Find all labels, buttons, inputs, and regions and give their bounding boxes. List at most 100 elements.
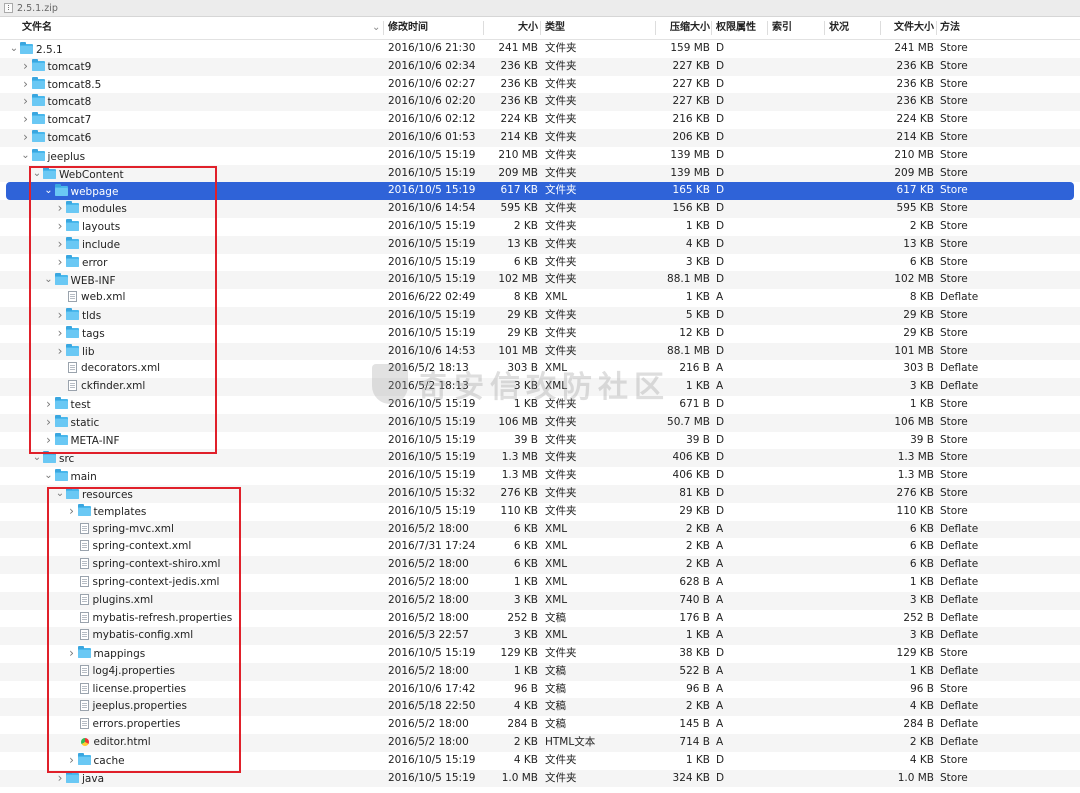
column-modified[interactable]: 修改时间 xyxy=(388,17,488,39)
file-row[interactable]: spring-context.xml 2016/7/31 17:24 6 KB XML… xyxy=(0,538,1080,556)
uncompressed-cell: 101 MB xyxy=(894,344,934,357)
folder-row[interactable]: › tomcat9 2016/10/6 02:34 236 KB 文件夹 227 KB D 2… xyxy=(0,57,1080,76)
file-row[interactable]: ckfinder.xml 2016/5/2 18:13 3 KB XML 1 KB A 3 … xyxy=(0,378,1080,396)
chevron-right-icon[interactable]: › xyxy=(66,645,78,663)
size-cell: 96 B xyxy=(514,682,538,695)
kind-cell: XML xyxy=(545,380,568,393)
folder-row[interactable]: ⌄ WebContent 2016/10/5 15:19 209 MB 文件夹 139 M… xyxy=(0,164,1080,183)
permissions-cell: D xyxy=(716,148,725,161)
folder-row[interactable]: ⌄ 2.5.1 2016/10/6 21:30 241 MB 文件夹 159 MB D 241… xyxy=(0,40,1080,58)
permissions-cell: A xyxy=(716,593,724,606)
chevron-right-icon[interactable]: › xyxy=(54,343,66,361)
folder-row[interactable]: › tomcat8 2016/10/6 02:20 236 KB 文件夹 227 KB D 2… xyxy=(0,93,1080,112)
method-cell: Store xyxy=(940,166,968,179)
chevron-down-icon[interactable]: ⌄ xyxy=(54,485,66,503)
column-kind[interactable]: 类型 xyxy=(545,17,655,39)
file-row[interactable]: errors.properties 2016/5/2 18:00 284 B 文稿 14… xyxy=(0,716,1080,734)
method-cell: Store xyxy=(940,59,968,72)
folder-row[interactable]: ⌄ resources 2016/10/5 15:32 276 KB 文件夹 81 KB D… xyxy=(0,484,1080,503)
folder-row[interactable]: › include 2016/10/5 15:19 13 KB 文件夹 4 KB D 13 K… xyxy=(0,235,1080,254)
folder-row[interactable]: › tlds 2016/10/5 15:19 29 KB 文件夹 5 KB D 29 KB St… xyxy=(0,306,1080,325)
file-row[interactable]: spring-context-jedis.xml 2016/5/2 18:00 1 … xyxy=(0,574,1080,592)
item-name: java xyxy=(82,772,104,785)
permissions-cell: D xyxy=(716,486,725,499)
chevron-right-icon[interactable]: › xyxy=(54,325,66,343)
file-row[interactable]: mybatis-refresh.properties 2016/5/2 18:00… xyxy=(0,610,1080,628)
chevron-right-icon[interactable]: › xyxy=(66,503,78,521)
chevron-down-icon[interactable]: ⌄ xyxy=(43,467,55,485)
file-row[interactable]: decorators.xml 2016/5/2 18:13 303 B XML 216 … xyxy=(0,360,1080,378)
file-row[interactable]: spring-context-shiro.xml 2016/5/2 18:00 6 … xyxy=(0,556,1080,574)
chevron-right-icon[interactable]: › xyxy=(54,200,66,218)
chevron-right-icon[interactable]: › xyxy=(20,58,32,76)
column-compressed[interactable]: 压缩大小 xyxy=(648,17,710,39)
folder-row[interactable]: ⌄ src 2016/10/5 15:19 1.3 MB 文件夹 406 KB D 1.3 M… xyxy=(0,449,1080,468)
folder-row[interactable]: › test 2016/10/5 15:19 1 KB 文件夹 671 B D 1 KB Sto… xyxy=(0,396,1080,414)
column-name[interactable]: 文件名 xyxy=(22,17,402,39)
chevron-down-icon[interactable]: ⌄ xyxy=(31,165,43,183)
column-uncompressed[interactable]: 文件大小 xyxy=(870,17,934,39)
compressed-cell: 1 KB xyxy=(685,291,710,304)
folder-row[interactable]: › tomcat6 2016/10/6 01:53 214 KB 文件夹 206 KB D 2… xyxy=(0,128,1080,147)
chevron-right-icon[interactable]: › xyxy=(54,218,66,236)
chevron-down-icon[interactable]: ⌄ xyxy=(8,40,20,58)
folder-row[interactable]: › templates 2016/10/5 15:19 110 KB 文件夹 29 KB D… xyxy=(0,503,1080,521)
folder-row[interactable]: ⌄ main 2016/10/5 15:19 1.3 MB 文件夹 406 KB D 1.3 … xyxy=(0,467,1080,485)
folder-row[interactable]: › error 2016/10/5 15:19 6 KB 文件夹 3 KB D 6 KB Sto… xyxy=(0,254,1080,272)
folder-row[interactable]: ⌄ jeeplus 2016/10/5 15:19 210 MB 文件夹 139 MB D 2… xyxy=(0,147,1080,165)
chevron-right-icon[interactable]: › xyxy=(20,76,32,94)
file-row[interactable]: spring-mvc.xml 2016/5/2 18:00 6 KB XML 2 KB A… xyxy=(0,520,1080,539)
item-name: plugins.xml xyxy=(92,593,154,606)
folder-row[interactable]: › mappings 2016/10/5 15:19 129 KB 文件夹 38 KB D 1… xyxy=(0,645,1080,663)
uncompressed-cell: 4 KB xyxy=(909,700,934,713)
kind-cell: 文件夹 xyxy=(545,504,577,517)
kind-cell: 文件夹 xyxy=(545,753,577,766)
compressed-cell: 3 KB xyxy=(685,255,710,268)
column-size[interactable]: 大小 xyxy=(478,17,538,39)
folder-row[interactable]: › java 2016/10/5 15:19 1.0 MB 文件夹 324 KB D 1.0 … xyxy=(0,769,1080,788)
modified-cell: 2016/10/6 21:30 xyxy=(388,42,476,54)
chevron-right-icon[interactable]: › xyxy=(66,752,78,770)
folder-row[interactable]: › tomcat7 2016/10/6 02:12 224 KB 文件夹 216 KB D 2… xyxy=(0,111,1080,129)
file-row[interactable]: plugins.xml 2016/5/2 18:00 3 KB XML 740 B A 3 … xyxy=(0,591,1080,610)
chevron-right-icon[interactable]: › xyxy=(43,414,55,432)
file-row[interactable]: jeeplus.properties 2016/5/18 22:50 4 KB 文稿 2… xyxy=(0,698,1080,717)
folder-row[interactable]: › lib 2016/10/6 14:53 101 MB 文件夹 88.1 MB D 101 … xyxy=(0,342,1080,361)
folder-row[interactable]: › static 2016/10/5 15:19 106 MB 文件夹 50.7 MB D 1… xyxy=(0,413,1080,432)
file-row[interactable]: mybatis-config.xml 2016/5/3 22:57 3 KB XML 1… xyxy=(0,627,1080,646)
chevron-right-icon[interactable]: › xyxy=(54,770,66,788)
chevron-right-icon[interactable]: › xyxy=(54,236,66,254)
folder-row[interactable]: › modules 2016/10/6 14:54 595 KB 文件夹 156 KB D 5… xyxy=(0,200,1080,218)
chevron-right-icon[interactable]: › xyxy=(54,254,66,272)
chevron-right-icon[interactable]: › xyxy=(43,396,55,414)
column-permissions[interactable]: 权限属性 xyxy=(716,17,766,39)
folder-row[interactable]: › tags 2016/10/5 15:19 29 KB 文件夹 12 KB D 29 KB S… xyxy=(0,325,1080,343)
chevron-down-icon[interactable]: ⌄ xyxy=(43,271,55,289)
folder-row[interactable]: › tomcat8.5 2016/10/6 02:27 236 KB 文件夹 227 KB… xyxy=(0,76,1080,94)
column-method[interactable]: 方法 xyxy=(940,17,1020,39)
folder-row[interactable]: ⌄ WEB-INF 2016/10/5 15:19 102 MB 文件夹 88.1 MB D… xyxy=(0,271,1080,290)
sort-chevron-icon[interactable]: ⌄ xyxy=(372,17,380,39)
column-index[interactable]: 索引 xyxy=(772,17,822,39)
chevron-right-icon[interactable]: › xyxy=(20,111,32,129)
chevron-down-icon[interactable]: ⌄ xyxy=(20,147,32,165)
method-cell: Store xyxy=(940,469,968,482)
chevron-right-icon[interactable]: › xyxy=(54,307,66,325)
folder-row[interactable]: › cache 2016/10/5 15:19 4 KB 文件夹 1 KB D 4 KB Sto… xyxy=(0,752,1080,770)
folder-row[interactable]: ⌄ webpage 2016/10/5 15:19 617 KB 文件夹 165 KB D 6… xyxy=(6,182,1074,201)
window-title: 2.5.1.zip xyxy=(17,2,58,14)
chevron-right-icon[interactable]: › xyxy=(20,129,32,147)
name-cell: › error xyxy=(0,254,434,273)
folder-row[interactable]: › META-INF 2016/10/5 15:19 39 B 文件夹 39 B D 39 B… xyxy=(0,432,1080,450)
size-cell: 209 MB xyxy=(498,166,538,179)
chevron-right-icon[interactable]: › xyxy=(43,432,55,450)
chevron-down-icon[interactable]: ⌄ xyxy=(31,449,43,467)
file-row[interactable]: license.properties 2016/10/6 17:42 96 B 文稿 9… xyxy=(0,681,1080,699)
chevron-right-icon[interactable]: › xyxy=(20,93,32,111)
file-row[interactable]: web.xml 2016/6/22 02:49 8 KB XML 1 KB A 8 KB De… xyxy=(0,289,1080,307)
file-row[interactable]: log4j.properties 2016/5/2 18:00 1 KB 文稿 522 … xyxy=(0,662,1080,681)
chevron-down-icon[interactable]: ⌄ xyxy=(43,182,55,200)
file-row[interactable]: editor.html 2016/5/2 18:00 2 KB HTML文本 714 B… xyxy=(0,734,1080,752)
item-name: META-INF xyxy=(70,434,120,447)
folder-row[interactable]: › layouts 2016/10/5 15:19 2 KB 文件夹 1 KB D 2 KB S… xyxy=(0,218,1080,236)
